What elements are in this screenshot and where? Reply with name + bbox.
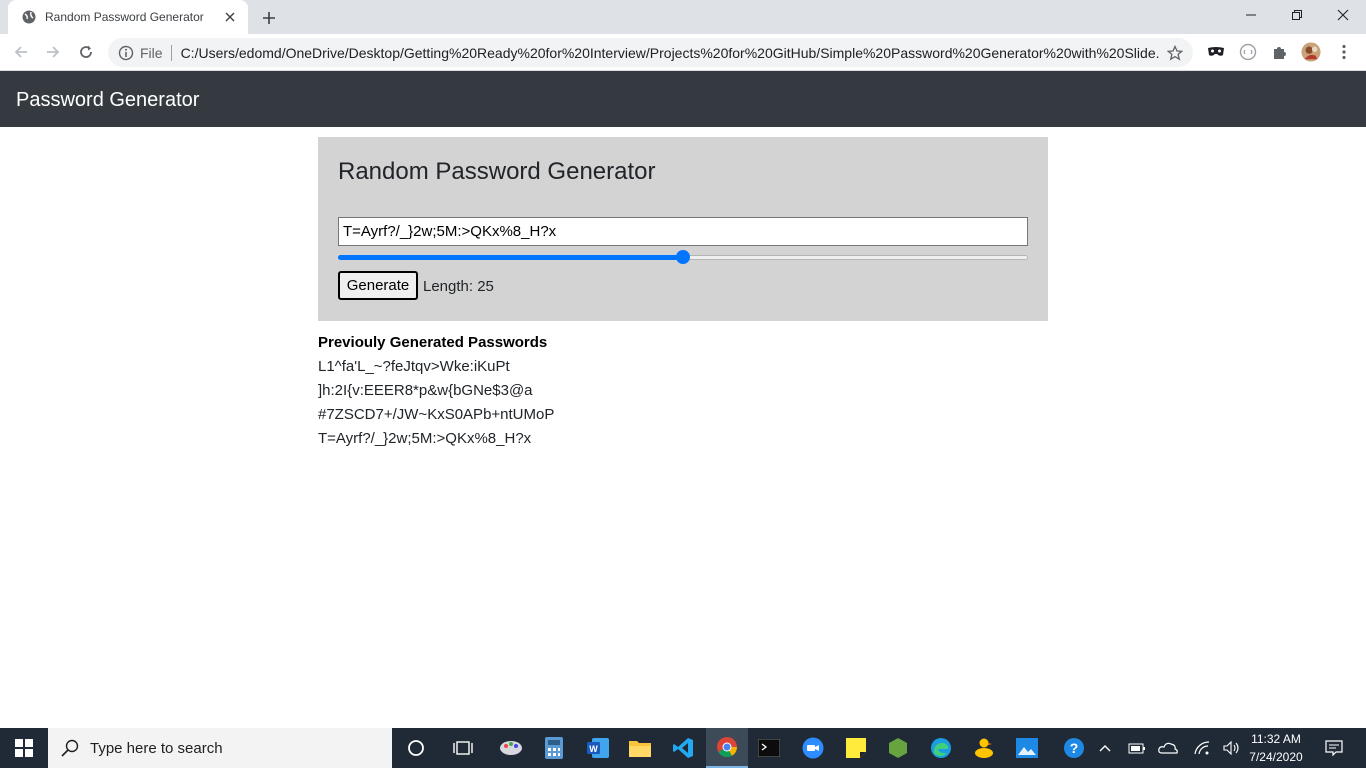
taskbar-clock[interactable]: 11:32 AM 7/24/2020 xyxy=(1245,730,1307,766)
new-tab-icon[interactable] xyxy=(258,7,280,29)
zoom-icon[interactable] xyxy=(792,728,834,768)
calculator-icon[interactable] xyxy=(533,728,575,768)
file-explorer-icon[interactable] xyxy=(619,728,661,768)
reload-icon[interactable] xyxy=(74,40,98,64)
history-item: #7ZSCD7+/JW~KxS0APb+ntUMoP xyxy=(318,406,555,423)
length-slider[interactable] xyxy=(338,250,1028,264)
browser-tabstrip: Random Password Generator xyxy=(0,0,1366,34)
node-icon[interactable] xyxy=(877,728,919,768)
mask-extension-icon[interactable] xyxy=(1206,42,1226,62)
browser-tab[interactable]: Random Password Generator xyxy=(8,0,248,34)
vscode-icon[interactable] xyxy=(662,728,704,768)
slider-thumb[interactable] xyxy=(676,250,690,264)
minimize-icon[interactable] xyxy=(1228,0,1274,30)
address-separator xyxy=(170,44,172,61)
volume-icon[interactable] xyxy=(1219,728,1245,768)
file-scheme-label: File xyxy=(140,44,163,61)
duck-app-icon[interactable] xyxy=(963,728,1005,768)
clock-date: 7/24/2020 xyxy=(1249,750,1303,764)
edge-icon[interactable] xyxy=(920,728,962,768)
tab-title: Random Password Generator xyxy=(45,10,204,24)
generator-card: Random Password Generator Generate Lengt… xyxy=(318,137,1048,321)
search-icon xyxy=(60,738,80,758)
battery-icon[interactable] xyxy=(1124,728,1150,768)
history-item: T=Ayrf?/_}2w;5M:>QKx%8_H?x xyxy=(318,430,532,447)
profile-avatar[interactable] xyxy=(1301,42,1321,62)
extension-circle-icon[interactable] xyxy=(1238,42,1258,62)
task-view-icon[interactable] xyxy=(442,728,484,768)
extensions-puzzle-icon[interactable] xyxy=(1270,42,1290,62)
windows-start-icon[interactable] xyxy=(0,728,48,768)
generator-heading: Random Password Generator xyxy=(338,158,656,185)
photos-icon[interactable] xyxy=(1006,728,1048,768)
address-bar[interactable]: File C:/Users/edomd/OneDrive/Desktop/Get… xyxy=(108,38,1193,67)
bookmark-star-icon[interactable] xyxy=(1165,43,1185,63)
wifi-icon[interactable] xyxy=(1189,728,1215,768)
close-window-icon[interactable] xyxy=(1320,0,1366,30)
search-placeholder: Type here to search xyxy=(90,739,223,757)
taskbar-search-box[interactable]: Type here to search xyxy=(48,728,392,768)
forward-icon[interactable] xyxy=(41,40,65,64)
restore-icon[interactable] xyxy=(1274,0,1320,30)
site-navbar: Password Generator xyxy=(0,71,1366,127)
notifications-icon[interactable] xyxy=(1320,728,1348,768)
history-item: ]h:2I{v:EEER8*p&w{bGNe$3@a xyxy=(318,382,533,399)
chevron-up-icon[interactable] xyxy=(1094,728,1116,768)
generate-button[interactable]: Generate xyxy=(338,271,418,300)
paint-3d-icon[interactable] xyxy=(490,728,532,768)
clock-time: 11:32 AM xyxy=(1251,732,1301,746)
length-label: Length: 25 xyxy=(423,278,494,295)
terminal-icon[interactable] xyxy=(748,728,790,768)
url-text[interactable]: C:/Users/edomd/OneDrive/Desktop/Getting%… xyxy=(181,45,1159,61)
globe-icon xyxy=(22,10,36,24)
svg-text:W: W xyxy=(589,744,598,754)
browser-toolbar: File C:/Users/edomd/OneDrive/Desktop/Get… xyxy=(0,34,1366,71)
back-icon[interactable] xyxy=(9,40,33,64)
windows-taskbar: Type here to search W ? 11:32 AM 7/24/20… xyxy=(0,728,1366,768)
menu-kebab-icon[interactable] xyxy=(1334,42,1354,62)
history-title: Previouly Generated Passwords xyxy=(318,334,548,351)
info-icon[interactable] xyxy=(118,45,134,61)
password-history: Previouly Generated Passwords L1^fa'L_~?… xyxy=(318,334,554,454)
slider-fill xyxy=(338,255,683,260)
svg-text:?: ? xyxy=(1070,740,1079,756)
history-item: L1^fa'L_~?feJtqv>Wke:iKuPt xyxy=(318,358,510,375)
chrome-icon[interactable] xyxy=(706,728,748,768)
word-icon[interactable]: W xyxy=(577,728,619,768)
help-icon[interactable]: ? xyxy=(1060,728,1088,768)
navbar-brand[interactable]: Password Generator xyxy=(16,89,199,111)
onedrive-icon[interactable] xyxy=(1155,728,1181,768)
cortana-icon[interactable] xyxy=(395,728,437,768)
sticky-notes-icon[interactable] xyxy=(835,728,877,768)
password-output-field[interactable] xyxy=(338,217,1028,246)
close-tab-icon[interactable] xyxy=(222,9,238,25)
